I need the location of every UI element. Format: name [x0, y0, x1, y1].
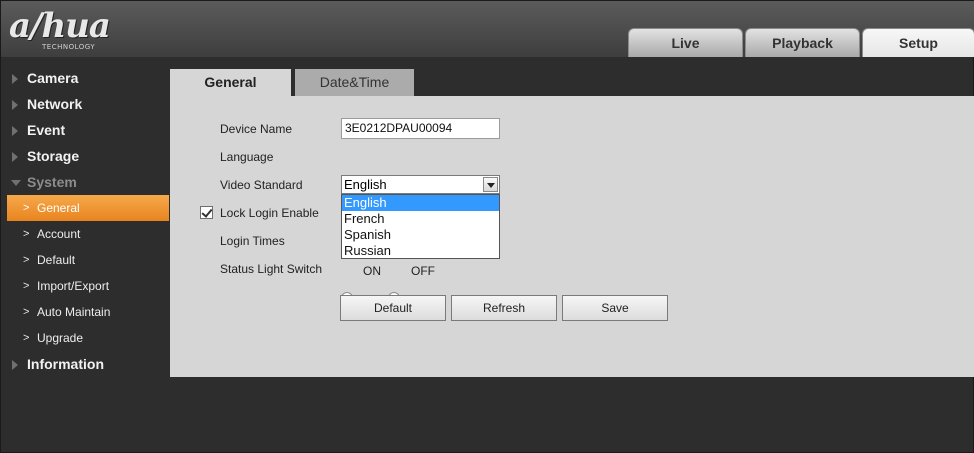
chevron-right-icon: >: [23, 332, 30, 344]
caret-right-icon: [12, 126, 18, 136]
chevron-right-icon: >: [23, 254, 30, 266]
caret-right-icon: [12, 74, 18, 84]
save-button[interactable]: Save: [562, 295, 668, 321]
sidebar-subitem-label: Import/Export: [37, 279, 110, 293]
sidebar-subitem-account[interactable]: > Account: [1, 221, 169, 247]
sidebar-item-network[interactable]: Network: [1, 91, 169, 117]
language-option-spanish[interactable]: Spanish: [342, 227, 499, 243]
sidebar-item-camera[interactable]: Camera: [1, 65, 169, 91]
language-select-value: English: [344, 177, 387, 192]
sidebar-item-label: Information: [27, 356, 104, 372]
header-bar: a/hua TECHNOLOGY Live Playback Setup: [1, 1, 974, 57]
device-name-label: Device Name: [220, 122, 293, 136]
status-light-off-label: OFF: [411, 264, 435, 278]
content-tab-bar: General Date&Time: [170, 69, 974, 96]
logo-subtext: TECHNOLOGY: [42, 43, 96, 51]
language-dropdown-list: English French Spanish Russian: [341, 194, 500, 259]
tab-general[interactable]: General: [170, 69, 291, 96]
content-area: General Date&Time Device Name 3E0212DPAU…: [170, 69, 974, 377]
tab-live[interactable]: Live: [628, 28, 743, 57]
tab-date-time[interactable]: Date&Time: [295, 69, 414, 96]
language-option-russian[interactable]: Russian: [342, 243, 499, 259]
dahua-logo: a/hua TECHNOLOGY: [9, 7, 159, 53]
sidebar-subitem-label: Upgrade: [37, 331, 84, 345]
caret-right-icon: [12, 100, 18, 110]
language-option-french[interactable]: French: [342, 211, 499, 227]
chevron-right-icon: >: [23, 202, 30, 214]
login-times-label: Login Times: [220, 234, 285, 248]
sidebar-item-label: Storage: [27, 148, 80, 164]
caret-right-icon: [12, 360, 18, 370]
tab-playback[interactable]: Playback: [745, 28, 860, 57]
chevron-right-icon: >: [23, 280, 30, 292]
sidebar-subitem-label: Default: [37, 253, 76, 267]
chevron-right-icon: >: [23, 306, 30, 318]
sidebar-item-label: Network: [27, 96, 83, 112]
default-button[interactable]: Default: [340, 295, 446, 321]
language-option-english[interactable]: English: [342, 195, 499, 211]
caret-down-icon: [11, 180, 21, 186]
sidebar-item-label: System: [27, 174, 77, 190]
language-label: Language: [220, 150, 274, 164]
sidebar-item-information[interactable]: Information: [1, 351, 169, 377]
sidebar-subitem-label: Auto Maintain: [37, 305, 111, 319]
chevron-right-icon: >: [23, 228, 30, 240]
sidebar-item-system[interactable]: System: [1, 169, 169, 195]
lock-login-checkbox[interactable]: [200, 206, 213, 219]
lock-login-label: Lock Login Enable: [220, 206, 319, 220]
sidebar-item-storage[interactable]: Storage: [1, 143, 169, 169]
sidebar-subitem-auto-maintain[interactable]: > Auto Maintain: [1, 299, 169, 325]
sidebar-item-label: Camera: [27, 70, 79, 86]
status-light-label: Status Light Switch: [220, 262, 323, 276]
chevron-down-icon[interactable]: [483, 177, 498, 192]
tab-setup[interactable]: Setup: [862, 28, 974, 57]
sidebar-subitem-general[interactable]: > General: [7, 195, 169, 221]
sidebar-item-label: Event: [27, 122, 66, 138]
sidebar-item-event[interactable]: Event: [1, 117, 169, 143]
refresh-button[interactable]: Refresh: [451, 295, 557, 321]
caret-right-icon: [12, 152, 18, 162]
language-select[interactable]: English: [341, 175, 500, 194]
sidebar-subitem-label: Account: [37, 227, 81, 241]
video-standard-label: Video Standard: [220, 178, 303, 192]
sidebar-subitem-upgrade[interactable]: > Upgrade: [1, 325, 169, 351]
sidebar-subitem-label: General: [37, 201, 80, 215]
sidebar-subitem-import-export[interactable]: > Import/Export: [1, 273, 169, 299]
sidebar-subitem-default[interactable]: > Default: [1, 247, 169, 273]
logo-wordmark: a/hua: [9, 6, 111, 46]
device-name-field[interactable]: 3E0212DPAU00094: [341, 118, 500, 139]
sidebar: Camera Network Event Storage System > Ge…: [1, 65, 169, 377]
general-settings-panel: Device Name 3E0212DPAU00094 Language Eng…: [170, 96, 974, 377]
status-light-on-label: ON: [363, 264, 381, 278]
app-window: a/hua TECHNOLOGY Live Playback Setup Cam…: [0, 0, 974, 453]
